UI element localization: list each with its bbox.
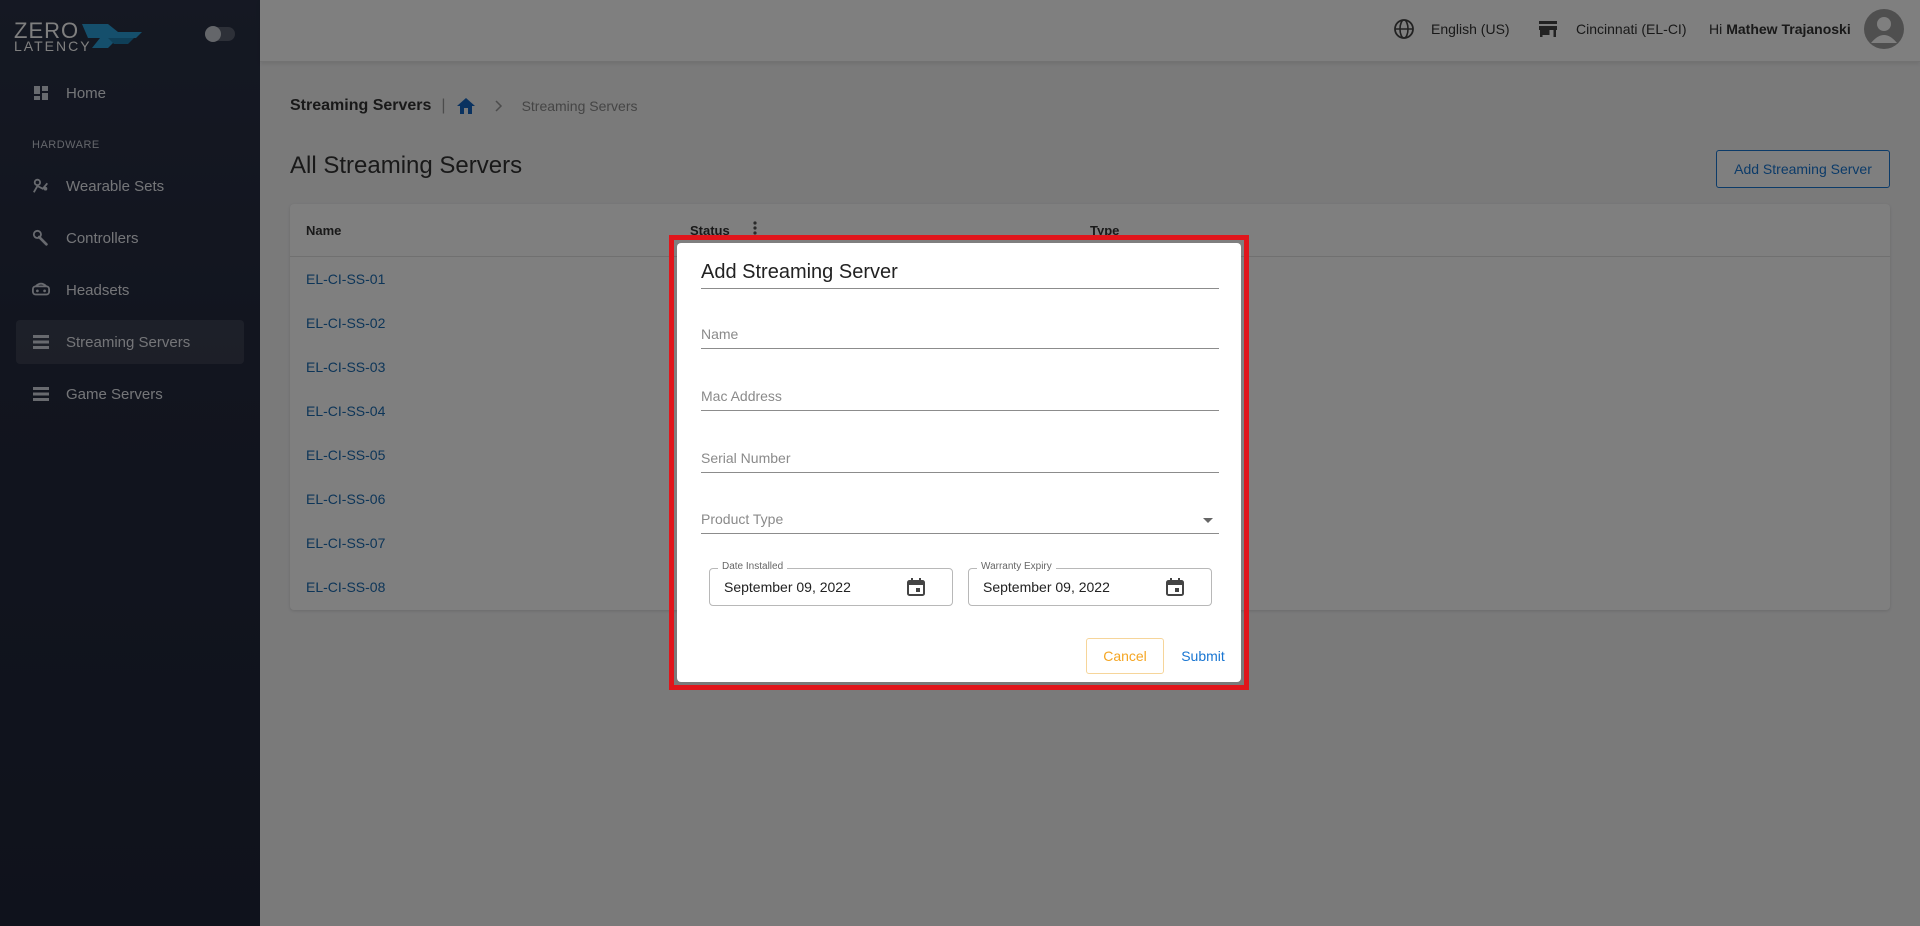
mac-address-input[interactable] [701, 388, 1219, 404]
product-type-input[interactable] [701, 511, 1219, 527]
date-installed-field[interactable]: Date Installed September 09, 2022 [709, 561, 953, 606]
warranty-expiry-label: Warranty Expiry [977, 561, 1056, 572]
warranty-expiry-field[interactable]: Warranty Expiry September 09, 2022 [968, 561, 1212, 606]
dropdown-arrow-icon [1203, 518, 1213, 523]
date-installed-value[interactable]: September 09, 2022 [724, 579, 851, 595]
warranty-expiry-value[interactable]: September 09, 2022 [983, 579, 1110, 595]
mac-address-field[interactable] [701, 365, 1219, 411]
name-field[interactable] [701, 303, 1219, 349]
submit-button[interactable]: Submit [1172, 638, 1234, 674]
serial-number-input[interactable] [701, 450, 1219, 466]
product-type-select[interactable] [701, 488, 1219, 534]
cancel-button[interactable]: Cancel [1086, 638, 1164, 674]
name-field-wrapper [701, 243, 1219, 289]
date-installed-label: Date Installed [718, 561, 788, 572]
calendar-icon[interactable] [906, 577, 926, 597]
name-input[interactable] [701, 326, 1219, 342]
calendar-icon[interactable] [1165, 577, 1185, 597]
add-streaming-server-dialog: Add Streaming Server Date Installed Sept… [677, 243, 1241, 682]
serial-number-field[interactable] [701, 427, 1219, 473]
